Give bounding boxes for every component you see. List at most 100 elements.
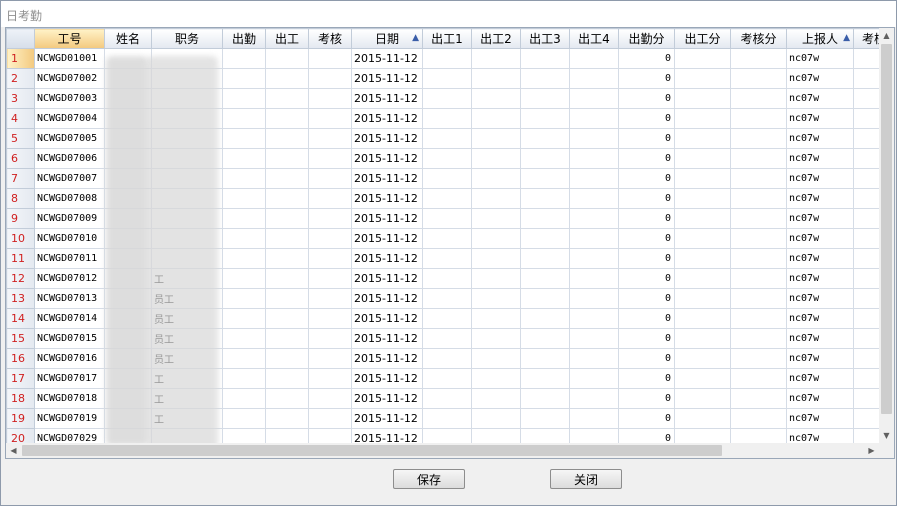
cell-work-3[interactable] — [520, 188, 570, 209]
cell-work[interactable] — [265, 188, 309, 209]
cell-work-4[interactable] — [569, 368, 619, 389]
cell-attendance[interactable] — [222, 328, 266, 349]
cell-work-1[interactable] — [422, 108, 472, 129]
cell-employee-id[interactable]: NCWGD07007 — [34, 168, 105, 189]
cell-attendance-score[interactable]: 0 — [618, 328, 675, 349]
cell-work-2[interactable] — [471, 188, 521, 209]
cell-work-score[interactable] — [674, 128, 731, 149]
cell-assessment[interactable] — [308, 228, 352, 249]
cell-work-score[interactable] — [674, 228, 731, 249]
cell-work-score[interactable] — [674, 168, 731, 189]
cell-reporter[interactable]: nc07w — [786, 368, 854, 389]
cell-work-2[interactable] — [471, 168, 521, 189]
cell-work-1[interactable] — [422, 248, 472, 269]
cell-reporter[interactable]: nc07w — [786, 88, 854, 109]
cell-date[interactable]: 2015-11-12 — [351, 248, 423, 269]
cell-attendance-score[interactable]: 0 — [618, 228, 675, 249]
cell-work-score[interactable] — [674, 288, 731, 309]
cell-assessment-extra[interactable] — [853, 108, 879, 129]
cell-work-1[interactable] — [422, 308, 472, 329]
cell-attendance-score[interactable]: 0 — [618, 188, 675, 209]
cell-work-4[interactable] — [569, 208, 619, 229]
cell-assessment-score[interactable] — [730, 168, 787, 189]
cell-work[interactable] — [265, 168, 309, 189]
cell-attendance[interactable] — [222, 308, 266, 329]
cell-work-1[interactable] — [422, 368, 472, 389]
cell-date[interactable]: 2015-11-12 — [351, 348, 423, 369]
cell-assessment-score[interactable] — [730, 408, 787, 429]
cell-assessment-extra[interactable] — [853, 128, 879, 149]
cell-attendance-score[interactable]: 0 — [618, 108, 675, 129]
scroll-up-icon[interactable]: ▲ — [879, 28, 894, 43]
cell-employee-id[interactable]: NCWGD07029 — [34, 428, 105, 443]
cell-employee-id[interactable]: NCWGD07016 — [34, 348, 105, 369]
column-header-position[interactable]: 职务 — [151, 28, 223, 49]
cell-employee-id[interactable]: NCWGD07005 — [34, 128, 105, 149]
cell-assessment[interactable] — [308, 128, 352, 149]
cell-work-4[interactable] — [569, 188, 619, 209]
cell-work-3[interactable] — [520, 368, 570, 389]
cell-date[interactable]: 2015-11-12 — [351, 428, 423, 443]
cell-work-1[interactable] — [422, 68, 472, 89]
row-number[interactable]: 12 — [6, 268, 35, 289]
cell-work-3[interactable] — [520, 428, 570, 443]
scroll-down-icon[interactable]: ▼ — [879, 428, 894, 443]
cell-attendance[interactable] — [222, 368, 266, 389]
cell-assessment-extra[interactable] — [853, 88, 879, 109]
cell-attendance[interactable] — [222, 128, 266, 149]
cell-work-3[interactable] — [520, 268, 570, 289]
cell-attendance-score[interactable]: 0 — [618, 288, 675, 309]
cell-work-1[interactable] — [422, 388, 472, 409]
cell-reporter[interactable]: nc07w — [786, 248, 854, 269]
cell-employee-id[interactable]: NCWGD07010 — [34, 228, 105, 249]
cell-attendance[interactable] — [222, 168, 266, 189]
cell-work-3[interactable] — [520, 128, 570, 149]
cell-work-4[interactable] — [569, 348, 619, 369]
cell-assessment[interactable] — [308, 248, 352, 269]
cell-work-2[interactable] — [471, 388, 521, 409]
cell-work-3[interactable] — [520, 108, 570, 129]
cell-work-2[interactable] — [471, 108, 521, 129]
cell-assessment-extra[interactable] — [853, 288, 879, 309]
cell-assessment-extra[interactable] — [853, 428, 879, 443]
horizontal-scrollbar[interactable]: ◀ ▶ — [6, 443, 879, 458]
cell-work-4[interactable] — [569, 288, 619, 309]
cell-work-score[interactable] — [674, 428, 731, 443]
row-number[interactable]: 15 — [6, 328, 35, 349]
cell-work-2[interactable] — [471, 348, 521, 369]
cell-assessment-score[interactable] — [730, 288, 787, 309]
cell-attendance[interactable] — [222, 148, 266, 169]
cell-work-4[interactable] — [569, 428, 619, 443]
row-number[interactable]: 3 — [6, 88, 35, 109]
column-header-date[interactable]: 日期 ▲ — [351, 28, 423, 49]
cell-work-1[interactable] — [422, 168, 472, 189]
cell-work-4[interactable] — [569, 228, 619, 249]
cell-employee-id[interactable]: NCWGD07004 — [34, 108, 105, 129]
cell-work-score[interactable] — [674, 48, 731, 69]
row-number[interactable]: 8 — [6, 188, 35, 209]
cell-work-score[interactable] — [674, 268, 731, 289]
cell-attendance-score[interactable]: 0 — [618, 128, 675, 149]
cell-attendance[interactable] — [222, 268, 266, 289]
cell-reporter[interactable]: nc07w — [786, 428, 854, 443]
cell-date[interactable]: 2015-11-12 — [351, 188, 423, 209]
attendance-grid[interactable]: 工号 姓名 职务 出勤 出工 考核 日期 ▲ 出工1 出工2 出工3 出工4 出勤… — [5, 27, 895, 459]
row-number[interactable]: 5 — [6, 128, 35, 149]
column-header-work-score[interactable]: 出工分 — [674, 28, 731, 49]
cell-assessment[interactable] — [308, 428, 352, 443]
cell-attendance[interactable] — [222, 188, 266, 209]
cell-assessment-score[interactable] — [730, 108, 787, 129]
cell-work-4[interactable] — [569, 388, 619, 409]
cell-attendance[interactable] — [222, 228, 266, 249]
cell-assessment-score[interactable] — [730, 308, 787, 329]
cell-work-4[interactable] — [569, 48, 619, 69]
cell-attendance[interactable] — [222, 348, 266, 369]
cell-employee-id[interactable]: NCWGD07012 — [34, 268, 105, 289]
cell-assessment[interactable] — [308, 68, 352, 89]
cell-assessment[interactable] — [308, 268, 352, 289]
cell-assessment-extra[interactable] — [853, 208, 879, 229]
cell-work-1[interactable] — [422, 148, 472, 169]
cell-assessment-score[interactable] — [730, 188, 787, 209]
cell-assessment-score[interactable] — [730, 68, 787, 89]
cell-work-4[interactable] — [569, 328, 619, 349]
